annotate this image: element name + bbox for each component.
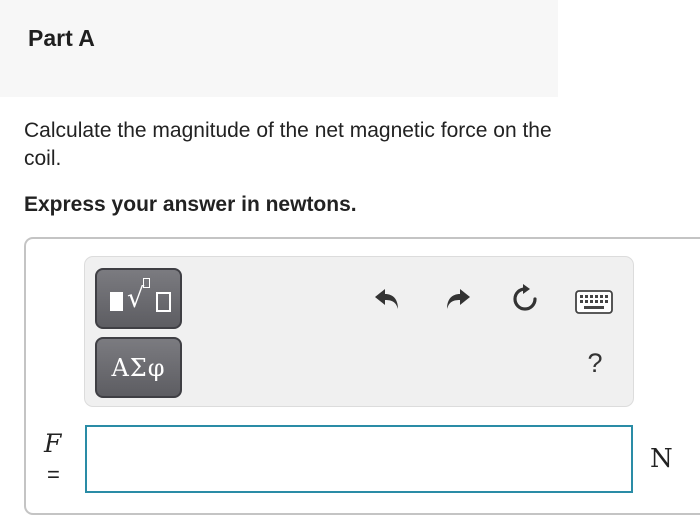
part-title: Part A — [28, 25, 95, 51]
answer-variable: F — [44, 429, 62, 458]
equals-sign: = — [47, 462, 60, 487]
redo-arrow-icon — [447, 289, 470, 309]
symbols-button[interactable]: ΑΣφ — [95, 337, 182, 398]
answer-unit: N — [650, 444, 673, 474]
template-root-sign: √ — [127, 283, 145, 314]
help-button[interactable]: ? — [580, 348, 610, 384]
templates-button[interactable]: √ — [95, 268, 182, 329]
part-header: Part A — [0, 0, 558, 97]
template-square — [110, 292, 123, 311]
answer-instruction: Express your answer in newtons. — [24, 193, 357, 216]
question-text: Calculate the magnitude of the net magne… — [24, 119, 552, 170]
keyboard-button[interactable] — [575, 289, 613, 315]
keyboard-icon — [575, 290, 613, 314]
undo-arrow-icon — [375, 289, 398, 309]
template-root-box — [156, 292, 171, 312]
undo-button[interactable] — [371, 282, 405, 316]
answer-input[interactable] — [85, 425, 633, 493]
symbols-label: ΑΣφ — [111, 353, 166, 382]
reset-button[interactable] — [508, 282, 542, 316]
redo-button[interactable] — [440, 282, 474, 316]
reset-icon — [513, 284, 537, 311]
